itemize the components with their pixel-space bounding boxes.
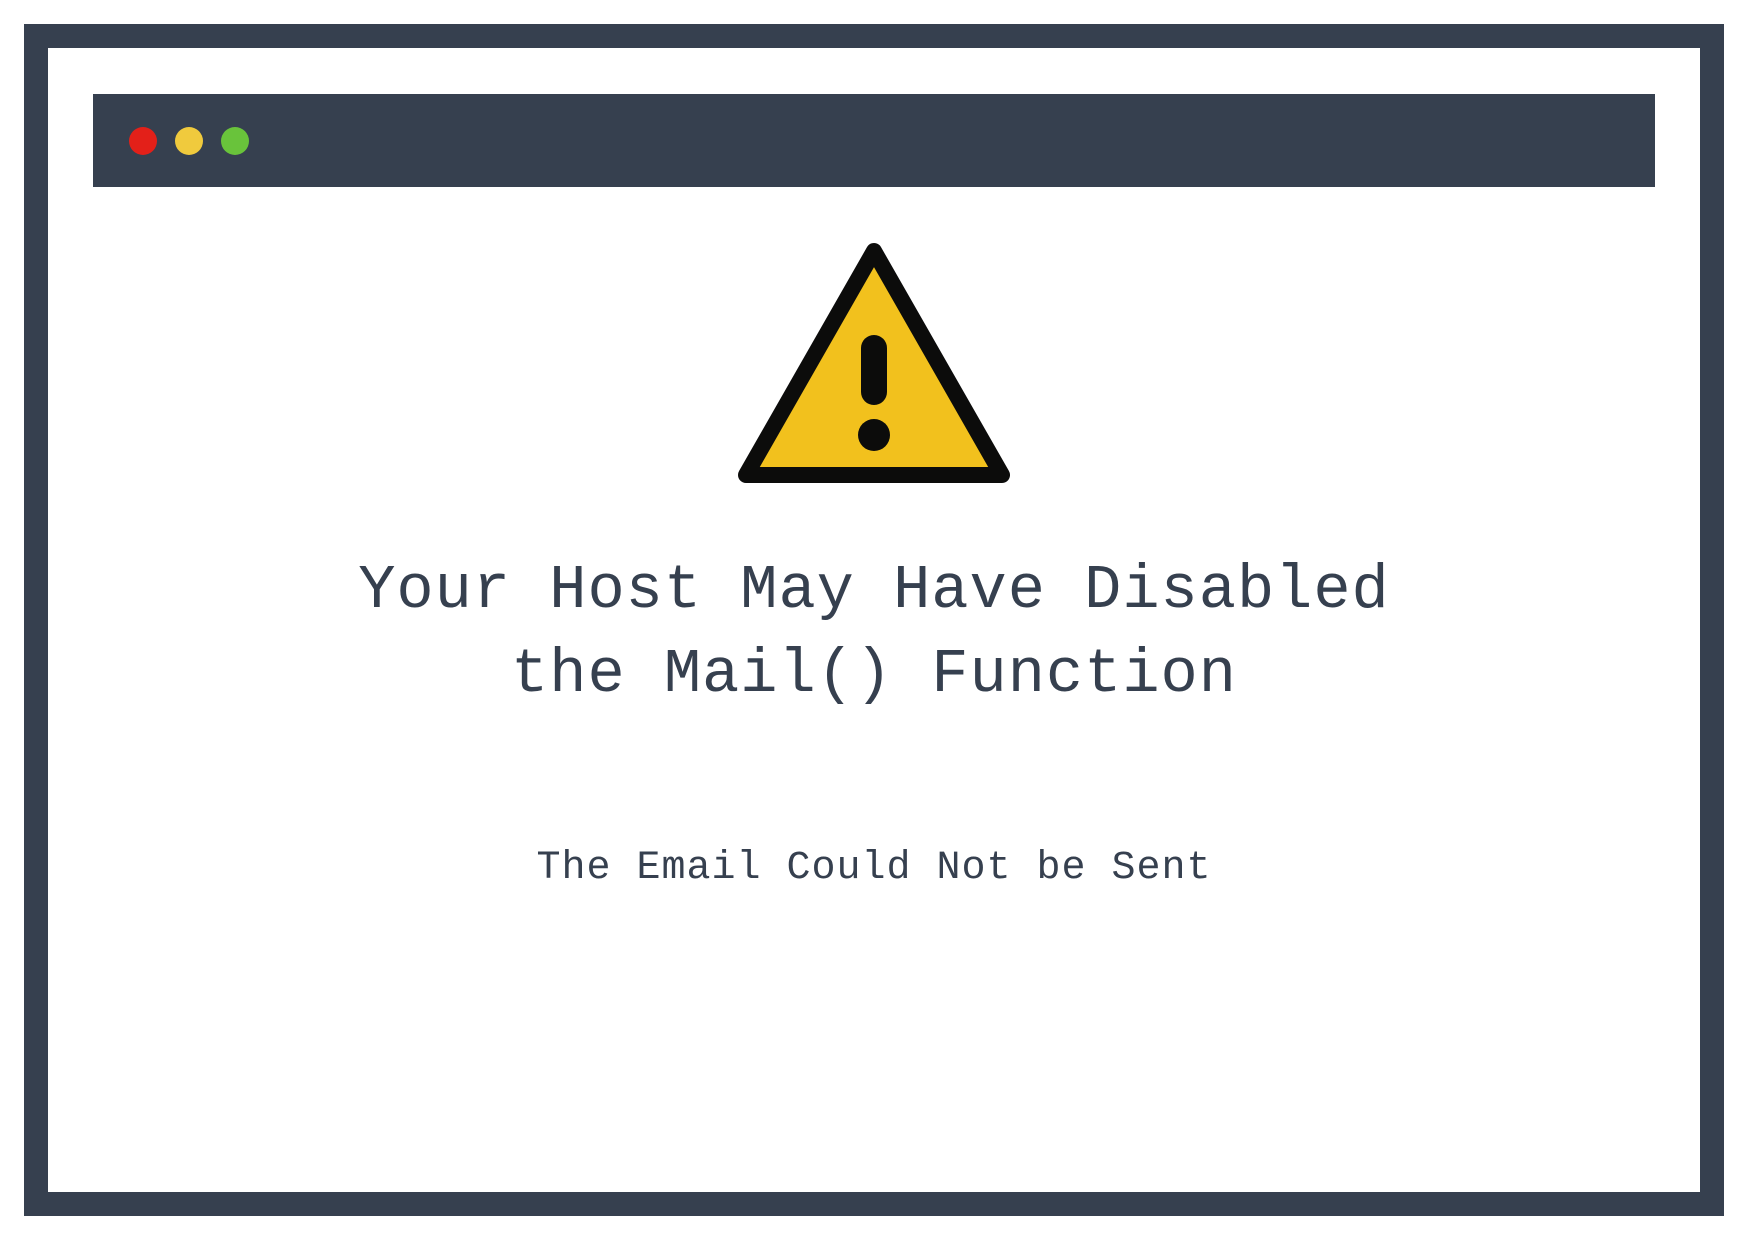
close-dot-icon[interactable] <box>129 127 157 155</box>
warning-triangle-icon <box>734 239 1014 499</box>
error-subtext: The Email Could Not be Sent <box>536 846 1211 891</box>
error-heading: Your Host May Have Disabled the Mail() F… <box>358 549 1390 716</box>
window-frame: Your Host May Have Disabled the Mail() F… <box>24 24 1724 1216</box>
window-titlebar <box>93 94 1655 187</box>
content-area: Your Host May Have Disabled the Mail() F… <box>48 187 1700 1192</box>
maximize-dot-icon[interactable] <box>221 127 249 155</box>
minimize-dot-icon[interactable] <box>175 127 203 155</box>
error-heading-line2: the Mail() Function <box>511 639 1237 710</box>
error-heading-line1: Your Host May Have Disabled <box>358 555 1390 626</box>
